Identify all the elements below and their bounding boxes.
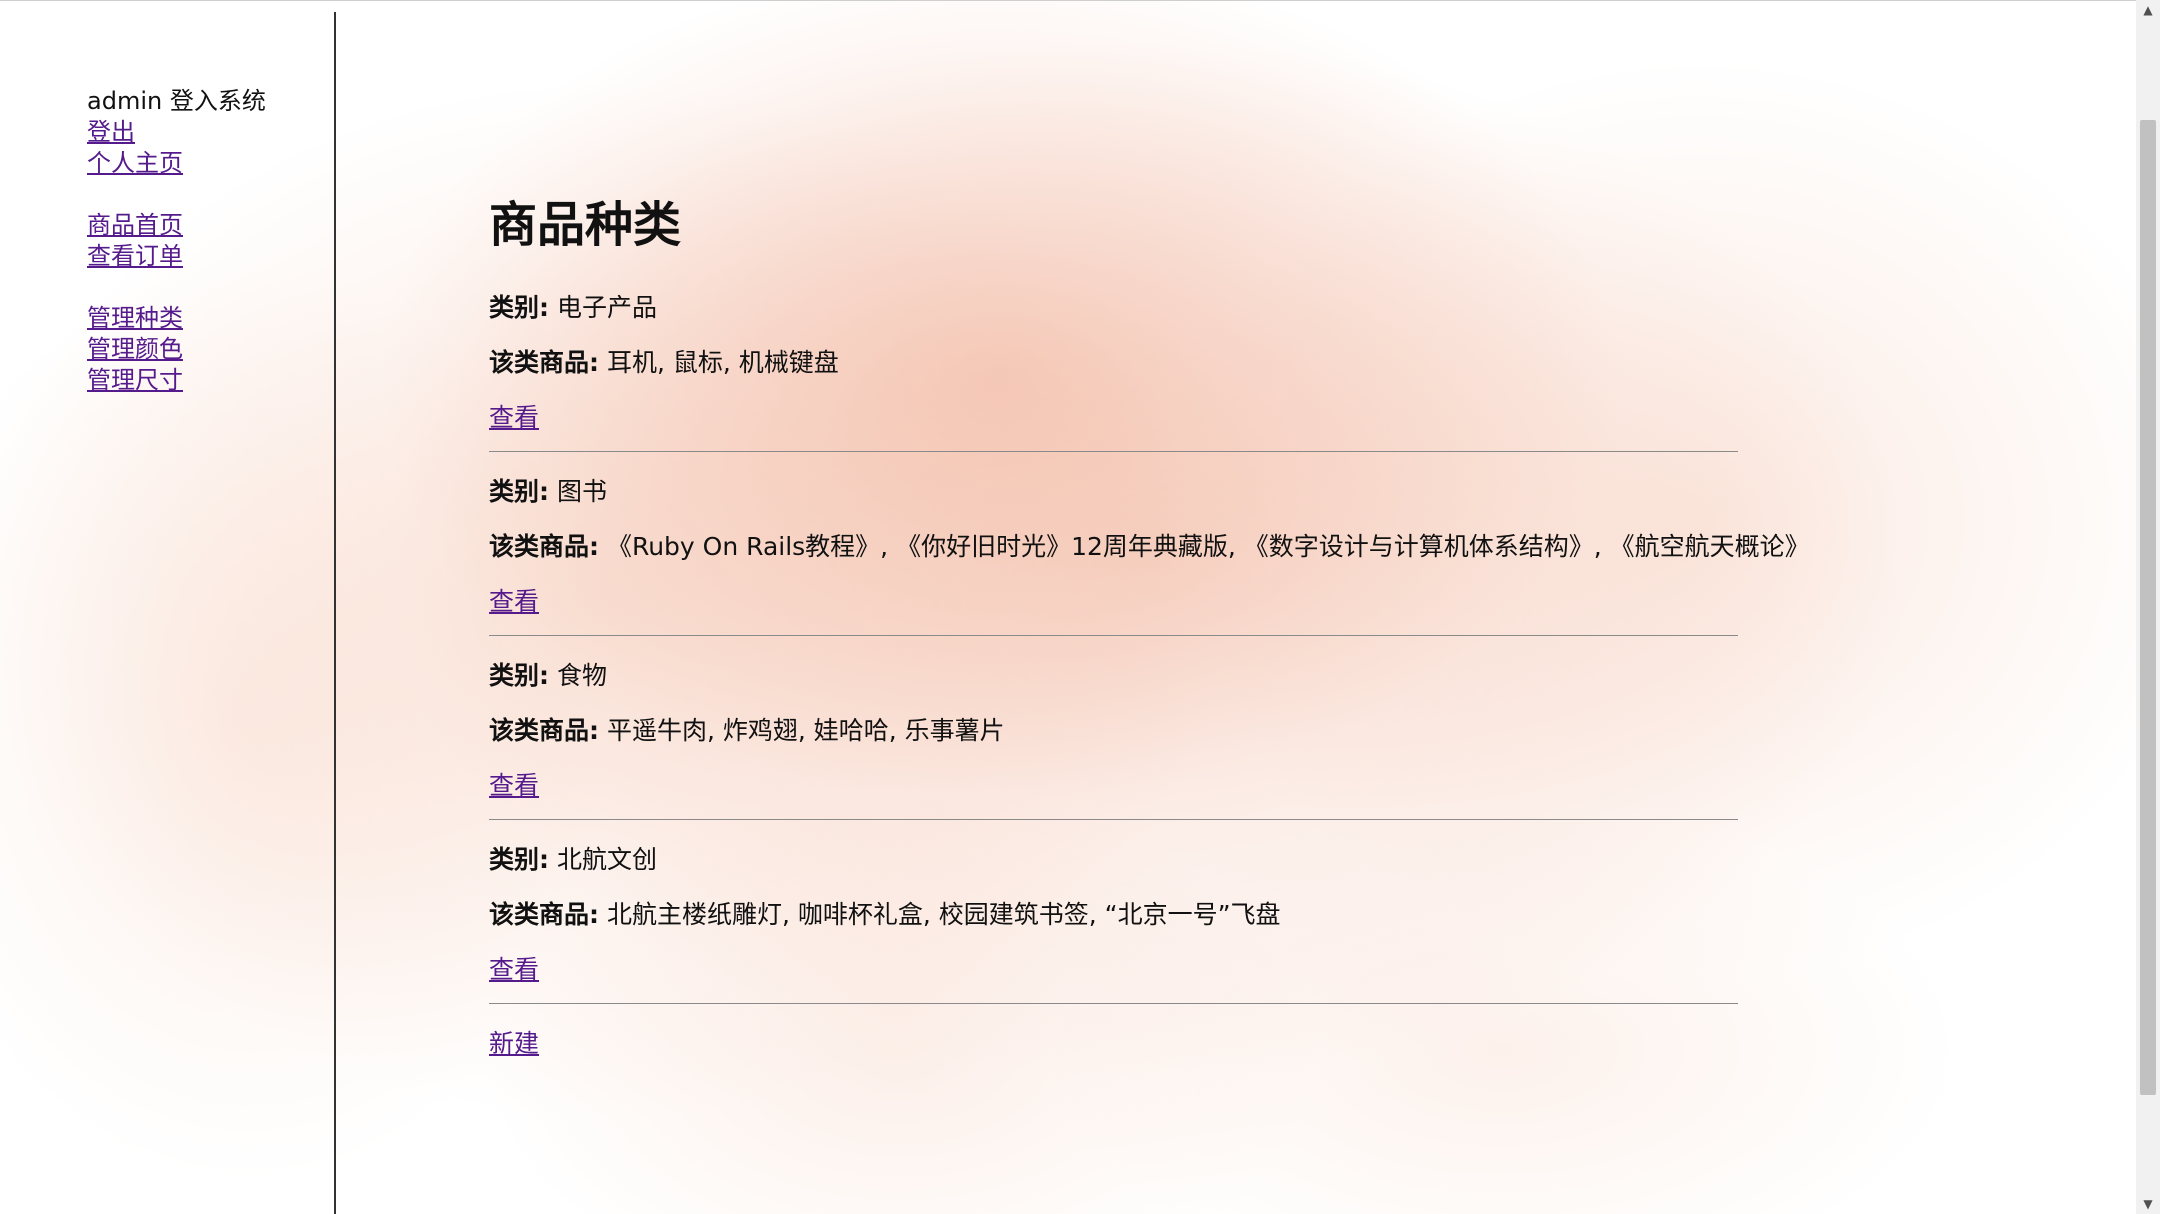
scrollbar-thumb[interactable]: [2140, 120, 2156, 1095]
admin-section: 管理种类 管理颜色 管理尺寸: [87, 303, 266, 396]
category-name: 北航文创: [556, 845, 657, 874]
view-link[interactable]: 查看: [489, 584, 539, 619]
category-item: 类别: 电子产品 该类商品: 耳机, 鼠标, 机械键盘 查看: [489, 290, 1738, 452]
user-section: admin 登入系统 登出 个人主页: [87, 86, 266, 179]
category-label: 类别:: [489, 661, 549, 690]
sidebar: admin 登入系统 登出 个人主页 商品首页 查看订单 管理种类 管理颜色 管…: [0, 12, 336, 1214]
category-label: 类别:: [489, 845, 549, 874]
category-name: 图书: [556, 477, 607, 506]
products-label: 该类商品:: [489, 716, 599, 745]
category-label: 类别:: [489, 293, 549, 322]
view-link[interactable]: 查看: [489, 768, 539, 803]
sidebar-content: admin 登入系统 登出 个人主页 商品首页 查看订单 管理种类 管理颜色 管…: [87, 86, 266, 427]
vertical-scrollbar[interactable]: ▲ ▼: [2136, 0, 2160, 1214]
manage-sizes-link[interactable]: 管理尺寸: [87, 365, 183, 396]
profile-link[interactable]: 个人主页: [87, 148, 183, 179]
category-products: 北航主楼纸雕灯, 咖啡杯礼盒, 校园建筑书签, “北京一号”飞盘: [606, 900, 1281, 929]
category-name: 电子产品: [556, 293, 657, 322]
category-item: 类别: 食物 该类商品: 平遥牛肉, 炸鸡翅, 娃哈哈, 乐事薯片 查看: [489, 658, 1738, 820]
top-border: [0, 0, 2136, 1]
category-products: 《Ruby On Rails教程》, 《你好旧时光》12周年典藏版, 《数字设计…: [606, 532, 1810, 561]
manage-categories-link[interactable]: 管理种类: [87, 303, 183, 334]
category-item: 类别: 图书 该类商品: 《Ruby On Rails教程》, 《你好旧时光》1…: [489, 474, 1810, 636]
user-status: admin 登入系统: [87, 87, 266, 115]
new-category-link[interactable]: 新建: [489, 1026, 539, 1061]
main-content: 商品种类 类别: 电子产品 该类商品: 耳机, 鼠标, 机械键盘 查看 类别: …: [489, 190, 1810, 1061]
products-label: 该类商品:: [489, 900, 599, 929]
logout-link[interactable]: 登出: [87, 117, 135, 148]
category-item: 类别: 北航文创 该类商品: 北航主楼纸雕灯, 咖啡杯礼盒, 校园建筑书签, “…: [489, 842, 1738, 1004]
product-home-link[interactable]: 商品首页: [87, 210, 183, 241]
view-link[interactable]: 查看: [489, 400, 539, 435]
manage-colors-link[interactable]: 管理颜色: [87, 334, 183, 365]
products-label: 该类商品:: [489, 348, 599, 377]
category-products: 耳机, 鼠标, 机械键盘: [606, 348, 839, 377]
category-label: 类别:: [489, 477, 549, 506]
view-link[interactable]: 查看: [489, 952, 539, 987]
category-products: 平遥牛肉, 炸鸡翅, 娃哈哈, 乐事薯片: [606, 716, 1005, 745]
view-orders-link[interactable]: 查看订单: [87, 241, 183, 272]
scroll-up-icon[interactable]: ▲: [2136, 0, 2160, 20]
page-title: 商品种类: [489, 197, 682, 253]
scroll-down-icon[interactable]: ▼: [2136, 1194, 2160, 1214]
shop-section: 商品首页 查看订单: [87, 210, 266, 272]
category-name: 食物: [556, 661, 607, 690]
products-label: 该类商品:: [489, 532, 599, 561]
